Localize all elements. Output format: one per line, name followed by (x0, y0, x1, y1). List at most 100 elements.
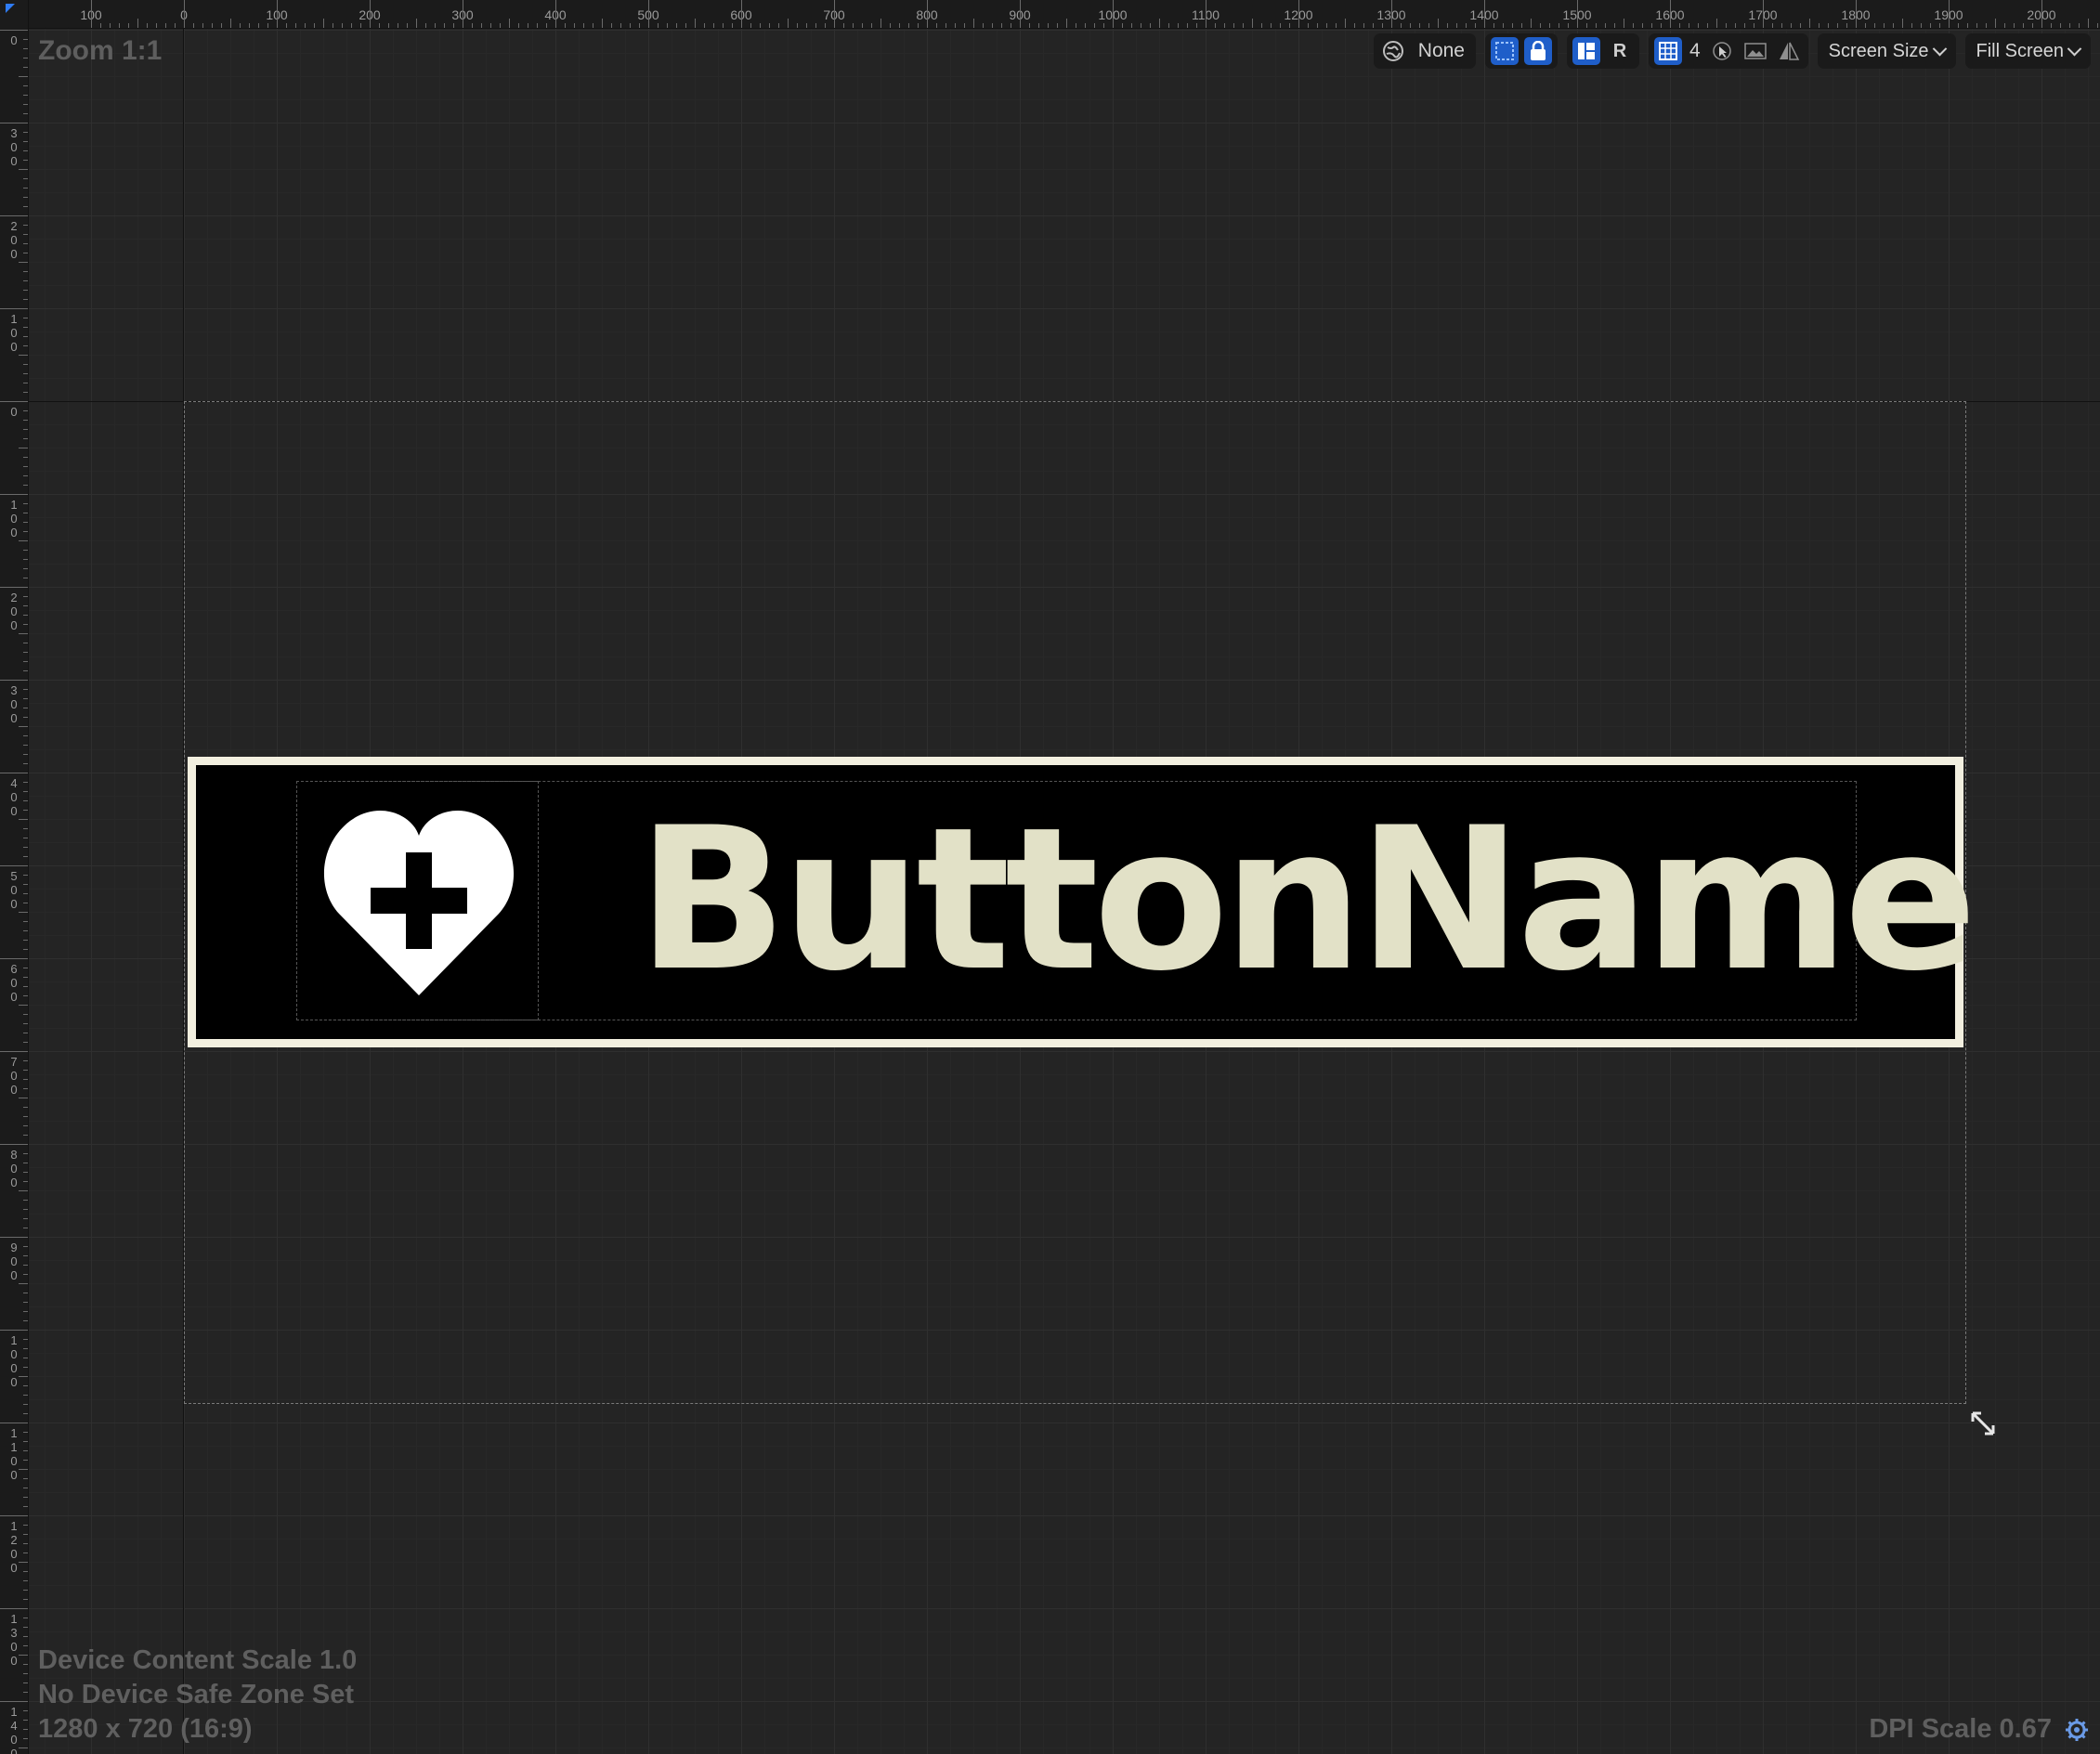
ruler-tick (23, 1070, 28, 1071)
ruler-tick (723, 23, 724, 28)
ruler-tick (23, 132, 28, 133)
ruler-tick (23, 1664, 28, 1665)
ruler-tick (1382, 23, 1383, 28)
chevron-down-icon (2067, 41, 2082, 56)
render-transform-button[interactable]: R (1606, 37, 1634, 65)
world-option-dropdown[interactable]: None (1373, 33, 1476, 69)
preview-image-icon[interactable] (1741, 37, 1769, 65)
ruler-tick (853, 23, 854, 28)
ruler-tick (23, 141, 28, 142)
ruler-tick (1949, 0, 1950, 28)
ruler-tick (221, 23, 222, 28)
ruler-tick (0, 1701, 28, 1702)
viewport-toolbar: None R 4 Screen Size Fill Screen (1373, 33, 2091, 69)
cursor-select-icon[interactable] (1708, 37, 1736, 65)
ruler-tick (992, 23, 993, 28)
ruler-vertical[interactable]: 0 300 200 100 0 100 200 300 400 500 600 700 800 900 10… (0, 0, 29, 1754)
ruler-tick (23, 1060, 28, 1061)
ruler-tick (871, 23, 872, 28)
ruler-tick (267, 23, 268, 28)
ruler-tick (695, 19, 696, 28)
ruler-tick (918, 23, 919, 28)
gear-icon[interactable] (2065, 1718, 2089, 1742)
ruler-horizontal[interactable]: 1000100200300400500600700800900100011001… (0, 0, 2100, 29)
grid-snap-icon[interactable] (1653, 37, 1682, 65)
selection-tools-group (1484, 33, 1558, 69)
ruler-tick (407, 23, 408, 28)
ruler-tick (23, 1135, 28, 1136)
ruler-tick (1642, 23, 1643, 28)
ruler-tick (1698, 23, 1699, 28)
ruler-tick (23, 559, 28, 560)
ruler-left-label: 1100 (10, 1426, 18, 1482)
ruler-tick (23, 875, 28, 876)
ruler-tick (23, 995, 28, 996)
ruler-tick (444, 23, 445, 28)
button-inner-background: ButtonName (196, 765, 1977, 1039)
ruler-tick (1865, 23, 1866, 28)
ruler-tick (2069, 23, 2070, 28)
ruler-left-label: 300 (10, 126, 18, 168)
world-option-label: None (1417, 40, 1465, 61)
ruler-tick (1884, 23, 1885, 28)
lock-icon[interactable] (1523, 37, 1552, 65)
flip-icon[interactable] (1775, 37, 1803, 65)
ruler-tick (23, 206, 28, 207)
ruler-tick (1298, 0, 1299, 28)
grid-snap-value[interactable]: 4 (1688, 40, 1702, 62)
button-widget[interactable]: ButtonName (188, 757, 1977, 1047)
ruler-tick (23, 940, 28, 941)
ruler-tick (23, 1320, 28, 1321)
ruler-tick (1419, 23, 1420, 28)
ruler-tick (351, 23, 352, 28)
ruler-tick (23, 420, 28, 421)
ruler-tick (23, 1636, 28, 1637)
fill-mode-dropdown[interactable]: Fill Screen (1964, 33, 2091, 69)
ruler-tick (23, 1525, 28, 1526)
ruler-tick (1661, 23, 1662, 28)
resize-handle-icon[interactable] (1967, 1408, 1999, 1439)
ruler-tick (1986, 23, 1987, 28)
ruler-tick (23, 243, 28, 244)
ruler-tick (0, 215, 28, 216)
screen-size-dropdown[interactable]: Screen Size (1817, 33, 1956, 69)
ruler-tick (23, 1645, 28, 1646)
ruler-tick (1531, 19, 1532, 28)
ruler-tick (314, 23, 315, 28)
ruler-tick (23, 327, 28, 328)
ruler-tick (713, 23, 714, 28)
ruler-tick (23, 735, 28, 736)
ruler-tick (1038, 23, 1039, 28)
ruler-tick (1057, 23, 1058, 28)
layout-transform-button[interactable] (1572, 37, 1600, 65)
ruler-tick (1707, 23, 1708, 28)
ruler-tick (611, 23, 612, 28)
ruler-tick (23, 745, 28, 746)
ruler-tick (286, 23, 287, 28)
transform-tools-group: R (1566, 33, 1639, 69)
ruler-tick (2088, 19, 2089, 28)
ruler-tick (1243, 23, 1244, 28)
ruler-tick (1447, 23, 1448, 28)
ruler-tick (23, 1079, 28, 1080)
ruler-tick (23, 568, 28, 569)
ruler-left-label: 100 (10, 312, 18, 354)
ruler-tick (23, 977, 28, 978)
ruler-tick (1085, 23, 1086, 28)
ruler-tick (23, 1450, 28, 1451)
ruler-tick (1763, 0, 1764, 28)
marquee-select-button[interactable] (1490, 37, 1519, 65)
ruler-tick (1029, 23, 1030, 28)
ruler-tick (23, 95, 28, 96)
ruler-tick (388, 23, 389, 28)
ruler-tick (1020, 0, 1021, 28)
ruler-tick (416, 19, 417, 28)
ruler-tick (19, 1005, 28, 1006)
ruler-tick (936, 23, 937, 28)
ruler-tick (23, 48, 28, 49)
ruler-tick (955, 23, 956, 28)
ruler-tick (1001, 23, 1002, 28)
ruler-tick (23, 234, 28, 235)
ruler-tick (797, 23, 798, 28)
ruler-tick (258, 23, 259, 28)
